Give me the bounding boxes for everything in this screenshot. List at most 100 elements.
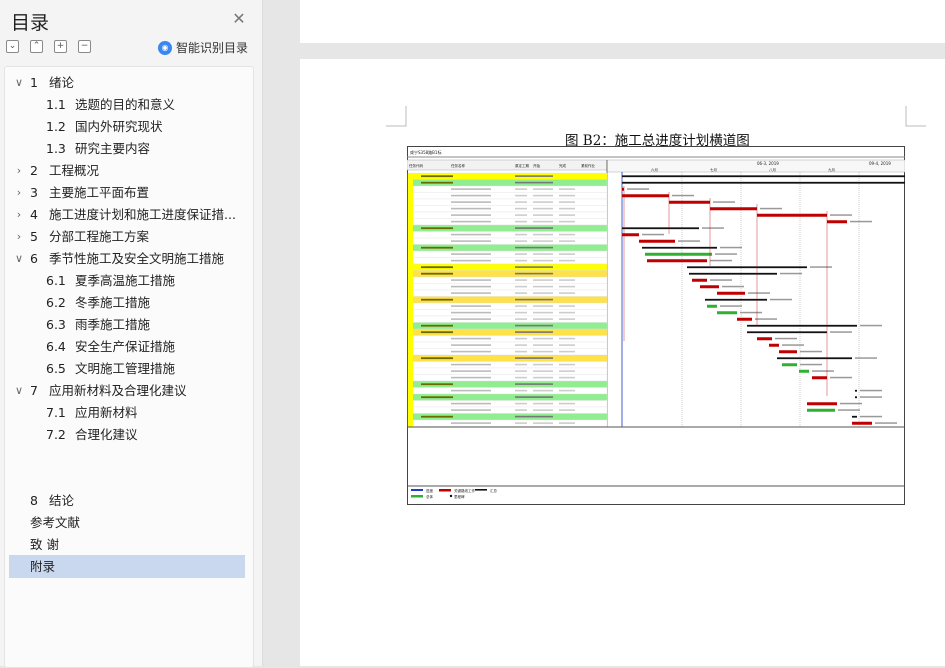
gantt-bar-label [830, 214, 852, 216]
gantt-bar [707, 304, 717, 308]
toc-item-tail-3[interactable]: 附录 [9, 556, 249, 578]
gantt-row-text [451, 318, 491, 320]
gantt-month-label: 七月 [710, 167, 717, 172]
toc-item-4[interactable]: › 4 施工进度计划和施工进度保证措... [9, 204, 249, 226]
gantt-row-text [515, 194, 527, 197]
gantt-row-text [533, 344, 553, 346]
gantt-row-text [533, 305, 553, 307]
gantt-row-text [533, 233, 553, 236]
gantt-row-text [559, 376, 575, 379]
gantt-bar-label [770, 298, 792, 301]
gantt-row-text [451, 253, 491, 255]
gantt-row-text [515, 259, 527, 262]
gantt-row-text [559, 188, 575, 190]
collapse-all-icon[interactable]: ⌄ [6, 40, 19, 53]
chevron-down-icon[interactable]: ∨ [13, 380, 25, 402]
toc-item-tail-0[interactable]: 8 结论 [9, 490, 249, 512]
gantt-row-text [515, 266, 553, 268]
gantt-bar-label [672, 194, 694, 197]
toc-item-1-1[interactable]: 1.1 选题的目的和意义 [9, 94, 249, 116]
toc-item-number: 6.1 [46, 273, 66, 288]
gantt-row-text [533, 253, 553, 255]
gantt-row-text [451, 233, 491, 236]
gantt-row [407, 419, 608, 427]
legend-label: 里程碑 [454, 494, 465, 499]
gantt-bar-label [702, 227, 724, 229]
chevron-down-icon[interactable]: ∨ [13, 248, 25, 270]
chevron-right-icon[interactable]: › [13, 204, 25, 226]
gantt-row-text [421, 181, 453, 184]
gantt-row [407, 315, 608, 323]
toc-item-label: 结论 [49, 493, 75, 508]
gantt-row-text [533, 285, 553, 288]
gantt-row [407, 205, 608, 213]
toc-item-number: 6.3 [46, 317, 66, 332]
gantt-row-text [421, 227, 453, 230]
gantt-bar [807, 408, 835, 412]
toc-item-tail-1[interactable]: 参考文献 [9, 512, 249, 534]
close-icon[interactable]: ✕ [230, 10, 248, 28]
toc-item-label: 选题的目的和意义 [75, 97, 176, 112]
gantt-bar [855, 396, 857, 399]
toc-item-7[interactable]: ∨ 7 应用新材料及合理化建议 [9, 380, 249, 402]
toc-item-1[interactable]: ∨ 1 绪论 [9, 72, 249, 94]
gantt-row-text [451, 214, 491, 216]
gantt-bar-label [800, 363, 822, 366]
gantt-bar [642, 246, 717, 249]
gantt-row-text [451, 350, 491, 353]
toc-item-6[interactable]: ∨ 6 季节性施工及安全文明施工措施 [9, 248, 249, 270]
toc-item-6-1[interactable]: 6.1 夏季高温施工措施 [9, 270, 249, 292]
toc-item-label: 合理化建议 [75, 427, 138, 442]
toc-item-2[interactable]: › 2 工程概况 [9, 160, 249, 182]
toc-item-label: 参考文献 [30, 515, 81, 530]
toc-item-5[interactable]: › 5 分部工程施工方案 [9, 226, 249, 248]
gantt-bar-label [755, 318, 777, 320]
gantt-bar-label [710, 279, 732, 281]
gantt-bar-label [830, 376, 852, 379]
gantt-row-text [515, 220, 527, 223]
toc-item-6-5[interactable]: 6.5 文明施工管理措施 [9, 358, 249, 380]
legend-label: 关键路线工作 [454, 488, 475, 493]
gantt-row-text [451, 389, 491, 392]
chevron-down-icon[interactable]: ∨ [13, 72, 25, 94]
gantt-row-text [421, 396, 453, 399]
gantt-row-text [559, 240, 575, 242]
toc-item-7-2[interactable]: 7.2 合理化建议 [9, 424, 249, 446]
chevron-right-icon[interactable]: › [13, 182, 25, 204]
toc-item-tail-2[interactable]: 致 谢 [9, 534, 249, 556]
expand-all-icon[interactable]: ⌃ [30, 40, 43, 53]
toc-item-6-3[interactable]: 6.3 雨季施工措施 [9, 314, 249, 336]
toc-item-1-3[interactable]: 1.3 研究主要内容 [9, 138, 249, 160]
toc-item-label: 季节性施工及安全文明施工措施 [49, 251, 225, 266]
toc-item-6-4[interactable]: 6.4 安全生产保证措施 [9, 336, 249, 358]
smart-toc-button[interactable]: ◉ 智能识别目录 [158, 39, 248, 56]
gantt-bar [769, 343, 779, 347]
gantt-bar [757, 213, 827, 217]
gantt-row-text [421, 357, 453, 360]
gantt-bar [747, 324, 857, 327]
gantt-bar-label [860, 324, 882, 327]
gantt-row [407, 367, 608, 375]
gantt-chart-image: 咸宁S358路B1标任务代码 任务名称 原定工期 开始 完成 紧前作业 06-3, 2019… [407, 146, 905, 505]
gantt-bar-label [830, 331, 852, 333]
chevron-right-icon[interactable]: › [13, 226, 25, 248]
gantt-row [407, 231, 608, 239]
remove-heading-icon[interactable]: − [78, 40, 91, 53]
chevron-right-icon[interactable]: › [13, 160, 25, 182]
gantt-col-label: 开始 [533, 163, 541, 168]
toc-item-1-2[interactable]: 1.2 国内外研究现状 [9, 116, 249, 138]
gantt-row-text [515, 337, 527, 340]
add-heading-icon[interactable]: + [54, 40, 67, 53]
gantt-row-text [515, 298, 553, 301]
gantt-row-text [451, 285, 491, 288]
toc-item-3[interactable]: › 3 主要施工平面布置 [9, 182, 249, 204]
toc-item-6-2[interactable]: 6.2 冬季施工措施 [9, 292, 249, 314]
gantt-row-text [533, 363, 553, 366]
gantt-row [407, 387, 608, 395]
gantt-bar-label [780, 272, 802, 275]
toc-item-7-1[interactable]: 7.1 应用新材料 [9, 402, 249, 424]
gantt-row [407, 283, 608, 291]
gantt-row-text [533, 318, 553, 320]
gantt-row-text [451, 292, 491, 294]
gantt-bar [747, 331, 827, 334]
